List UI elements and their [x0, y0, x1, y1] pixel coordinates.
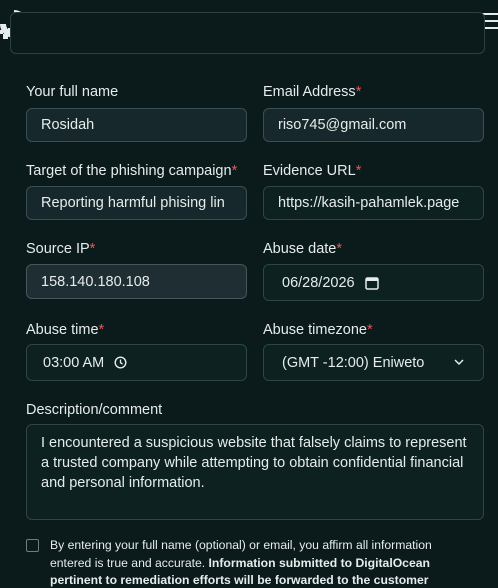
chevron-down-icon — [454, 359, 464, 366]
evidence-url-label: Evidence URL* — [263, 163, 362, 179]
full-name-input[interactable]: Rosidah — [26, 108, 247, 142]
abuse-date-input[interactable]: 06/28/2026 — [263, 264, 484, 301]
description-label: Description/comment — [26, 402, 163, 418]
abuse-time-input[interactable]: 03:00 AM — [26, 344, 247, 381]
abuse-timezone-label: Abuse timezone* — [263, 322, 373, 338]
description-textarea[interactable]: I encountered a suspicious website that … — [26, 424, 484, 520]
consent-checkbox[interactable] — [26, 539, 39, 552]
evidence-url-input[interactable]: https://kasih-pahamlek.page — [263, 186, 484, 220]
calendar-icon[interactable] — [364, 276, 379, 290]
target-label: Target of the phishing campaign* — [26, 163, 238, 179]
source-ip-label: Source IP* — [26, 241, 96, 257]
email-label: Email Address* — [263, 84, 362, 100]
full-name-label: Your full name — [26, 84, 119, 100]
abuse-timezone-select[interactable]: (GMT -12:00) Eniweto — [263, 344, 484, 381]
clock-icon[interactable] — [114, 356, 127, 369]
abuse-date-label: Abuse date* — [263, 241, 343, 257]
previous-field-input[interactable] — [10, 12, 485, 54]
consent-text: By entering your full name (optional) or… — [50, 538, 432, 587]
abuse-report-page: Your full name Email Address* Rosidah ri… — [0, 0, 498, 588]
abuse-time-label: Abuse time* — [26, 322, 105, 338]
target-input[interactable]: Reporting harmful phising lin — [26, 186, 247, 220]
email-input[interactable]: riso745@gmail.com — [263, 108, 484, 142]
source-ip-input[interactable]: 158.140.180.108 — [26, 264, 247, 299]
